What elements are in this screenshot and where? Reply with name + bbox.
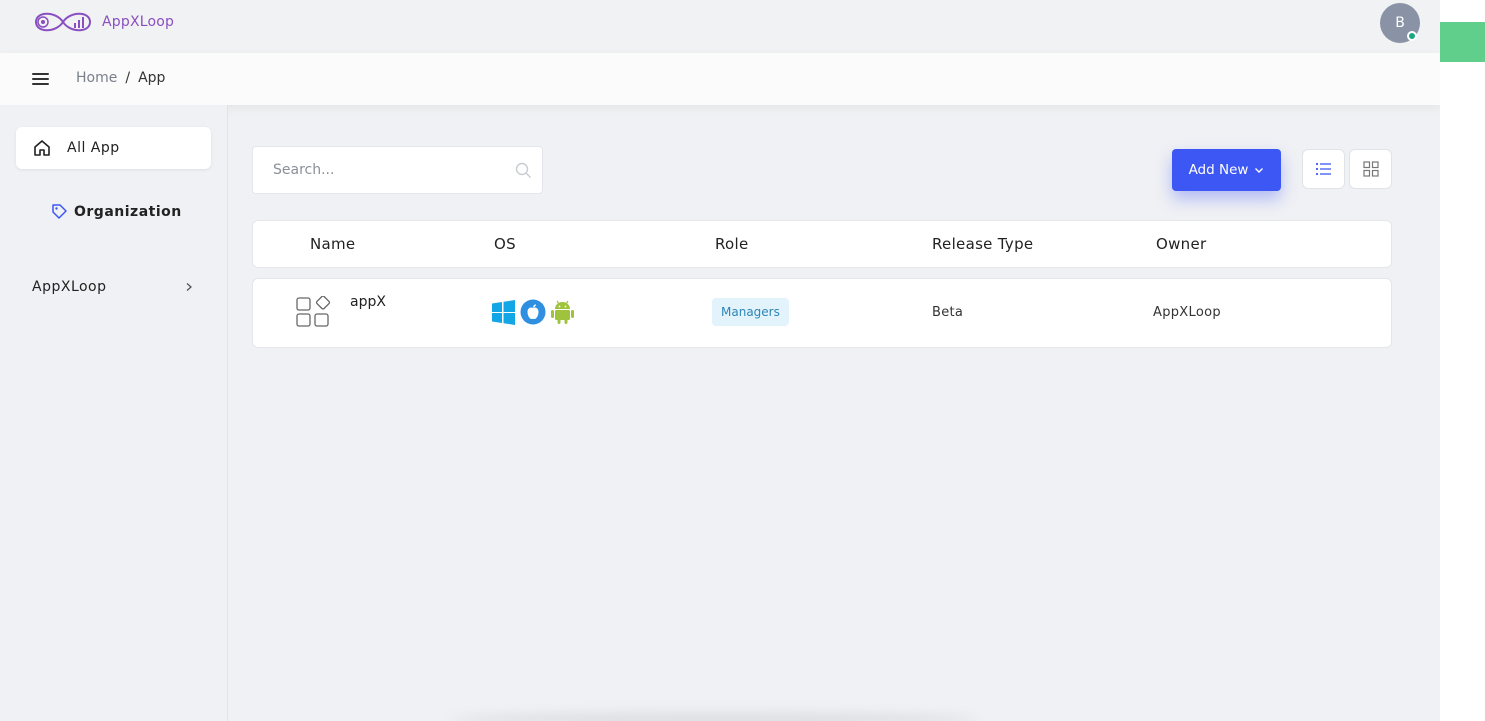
grid-view-icon bbox=[1362, 161, 1379, 177]
sidebar-item-all-app[interactable]: All App bbox=[16, 127, 211, 169]
sidebar: All App Organization AppXLoop bbox=[0, 105, 228, 721]
app-widgets-icon bbox=[296, 296, 331, 327]
online-status-dot bbox=[1407, 31, 1417, 41]
role-badge: Managers bbox=[712, 298, 789, 326]
sidebar-item-organization[interactable]: Organization bbox=[51, 203, 182, 220]
side-tab[interactable] bbox=[1440, 22, 1485, 62]
breadcrumb-home-link[interactable]: Home bbox=[76, 70, 117, 86]
tag-icon bbox=[52, 204, 67, 219]
sidebar-item-label: Organization bbox=[74, 203, 182, 220]
sidebar-item-label: All App bbox=[67, 140, 120, 156]
brand-name: AppXLoop bbox=[102, 14, 175, 30]
grid-view-button[interactable] bbox=[1349, 149, 1392, 189]
breadcrumb: Home / App bbox=[76, 70, 165, 86]
windows-icon bbox=[492, 299, 515, 325]
breadcrumb-bar: Home / App bbox=[0, 53, 1440, 105]
breadcrumb-separator: / bbox=[125, 70, 131, 86]
apple-icon bbox=[520, 299, 546, 325]
release-type: Beta bbox=[932, 305, 964, 320]
add-new-label: Add New bbox=[1188, 162, 1249, 178]
column-header-name[interactable]: Name bbox=[310, 235, 355, 253]
column-header-os[interactable]: OS bbox=[494, 235, 516, 253]
sidebar-item-label: AppXLoop bbox=[32, 279, 107, 295]
hamburger-menu-icon[interactable] bbox=[31, 70, 51, 88]
app-name[interactable]: appX bbox=[350, 294, 386, 310]
add-new-button[interactable]: Add New bbox=[1172, 149, 1281, 191]
table-row[interactable]: appX Managers Beta AppXLoop bbox=[252, 278, 1392, 348]
chevron-down-icon bbox=[1255, 168, 1264, 173]
brand-logo[interactable]: AppXLoop bbox=[28, 7, 174, 37]
column-header-role[interactable]: Role bbox=[715, 235, 749, 253]
column-header-owner[interactable]: Owner bbox=[1156, 235, 1206, 253]
chevron-right-icon bbox=[186, 283, 192, 291]
android-icon bbox=[551, 300, 574, 324]
bottom-shadow bbox=[450, 713, 980, 721]
column-header-release-type[interactable]: Release Type bbox=[932, 235, 1033, 253]
list-view-button[interactable] bbox=[1302, 149, 1345, 189]
home-icon bbox=[34, 140, 50, 156]
avatar-initial: B bbox=[1395, 15, 1405, 31]
search-icon[interactable] bbox=[515, 162, 532, 179]
table-header: Name OS Role Release Type Owner bbox=[252, 220, 1392, 268]
search-input[interactable] bbox=[253, 147, 503, 193]
list-view-icon bbox=[1315, 162, 1331, 176]
os-icons bbox=[491, 299, 575, 325]
owner: AppXLoop bbox=[1153, 305, 1221, 320]
app-window: AppXLoop B Home / App All App Organizati… bbox=[0, 0, 1440, 721]
sidebar-item-appxloop[interactable]: AppXLoop bbox=[32, 279, 194, 295]
search-box[interactable] bbox=[252, 146, 543, 194]
top-bar: AppXLoop B bbox=[0, 0, 1440, 53]
infinity-logo-icon bbox=[34, 12, 92, 32]
breadcrumb-current: App bbox=[138, 70, 166, 86]
